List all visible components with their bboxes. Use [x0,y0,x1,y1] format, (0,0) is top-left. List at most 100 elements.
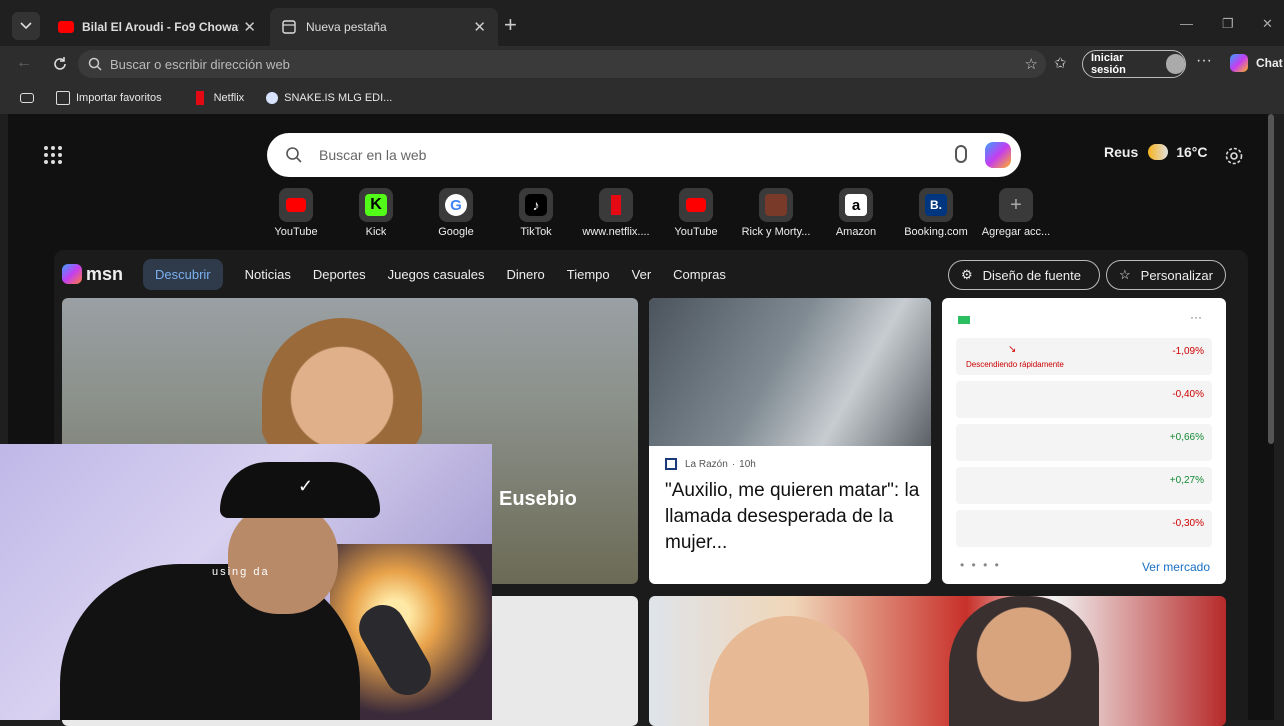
msn-brand[interactable]: msn [86,264,123,285]
quick-link-booking[interactable]: B. Booking.com [896,188,976,238]
see-market-link[interactable]: Ver mercado [1142,560,1210,574]
bookmark-netflix[interactable]: Netflix [195,91,245,105]
weather-city: Reus [1104,144,1139,160]
nike-logo-icon: ✓ [298,476,314,496]
search-icon [286,147,302,163]
hero-caption: Eusebio [499,488,577,510]
quick-link-amazon[interactable]: a Amazon [816,188,896,238]
market-change: -0,30% [1172,518,1204,529]
close-window-button[interactable]: ✕ [1262,16,1273,32]
signin-label: Iniciar sesión [1091,52,1126,76]
bookmark-import[interactable]: Importar favoritos [56,91,162,105]
market-row[interactable]: +0,27% [956,467,1212,504]
nav-juegos[interactable]: Juegos casuales [388,267,485,282]
amazon-icon: a [839,188,873,222]
avatar [1165,54,1185,74]
market-change: +0,27% [1169,475,1204,486]
quick-link-add[interactable]: + Agregar acc... [976,188,1056,238]
nav-ver[interactable]: Ver [632,267,652,282]
personalize-button[interactable]: ☆ Personalizar [1106,260,1226,290]
globe-icon [266,92,279,104]
bookmark-snake[interactable]: SNAKE.IS MLG EDI... [266,92,392,104]
web-search-box[interactable]: Buscar en la web [267,133,1021,177]
market-row[interactable]: ↘ Descendiendo rápidamente -1,09% [956,338,1212,375]
down-arrow-icon: ↘ [1008,344,1017,355]
restore-button[interactable]: ❐ [1222,16,1234,32]
nav-noticias[interactable]: Noticias [245,267,291,282]
nav-compras[interactable]: Compras [673,267,726,282]
star-icon: ☆ [1119,267,1131,282]
more-icon[interactable]: ··· [1196,52,1212,70]
bookmarks-bar: Importar favoritos Netflix SNAKE.IS MLG … [0,82,1284,114]
address-input[interactable]: Buscar o escribir dirección web ☆ [78,50,1046,78]
nav-descubrir[interactable]: Descubrir [143,258,223,290]
minimize-button[interactable]: — [1180,16,1193,31]
feed-card-politics[interactable] [649,596,1226,726]
chevron-down-icon [20,22,32,30]
quick-links: YouTube K Kick G Google ♪ TikTok www.netfli… [256,188,1056,238]
tile-label: Google [438,226,474,238]
tab-actions-button[interactable] [12,12,40,40]
tile-label: Amazon [835,226,877,238]
address-toolbar: ← Buscar o escribir dirección web ☆ ✩ In… [0,46,1284,82]
nav-tiempo[interactable]: Tiempo [567,267,610,282]
more-options-icon[interactable]: ··· [1190,310,1202,324]
netflix-icon [195,91,204,105]
quick-link-netflix[interactable]: www.netflix.... [576,188,656,238]
scrollbar[interactable] [1268,114,1274,444]
market-row[interactable]: +0,66% [956,424,1212,461]
market-change: +0,66% [1169,432,1204,443]
apps-grid-icon[interactable] [44,146,62,164]
reload-icon[interactable] [52,56,68,72]
tile-label: YouTube [274,226,318,238]
back-icon[interactable]: ← [16,54,32,72]
nav-deportes[interactable]: Deportes [313,267,366,282]
personalize-label: Personalizar [1140,267,1213,283]
netflix-icon [599,188,633,222]
market-card: ··· ↘ Descendiendo rápidamente -1,09% -0,4… [942,298,1226,584]
rick-morty-icon [759,188,793,222]
news-card[interactable]: La Razón · 10h "Auxilio, me quieren mata… [649,298,931,584]
font-design-button[interactable]: ⚙ Diseño de fuente [948,260,1100,290]
reading-icon[interactable] [20,93,34,103]
market-row[interactable]: -0,40% [956,381,1212,418]
favorites-icon[interactable]: ✩ [1054,54,1067,72]
chat-label[interactable]: Chat [1256,56,1283,70]
market-row[interactable]: -0,30% [956,510,1212,547]
pagination-dots[interactable]: • • • • [960,558,1001,572]
close-icon[interactable]: ✕ [243,18,256,36]
new-tab-button[interactable]: + [504,14,517,36]
tile-label: Booking.com [904,226,968,238]
font-design-label: Diseño de fuente [982,267,1081,283]
bookmark-label: Netflix [213,92,245,104]
msn-nav: msn Descubrir Noticias Deportes Juegos c… [62,256,748,292]
news-headline: "Auxilio, me quieren matar": la llamada … [665,480,920,553]
close-icon[interactable]: ✕ [473,18,486,36]
quick-link-kick[interactable]: K Kick [336,188,416,238]
person-right-photo [949,596,1099,726]
partly-cloudy-icon [1148,144,1169,160]
tab-bar: Bilal El Aroudi - Fo9 Chowaya بوابة ✕ Nu… [0,0,1284,46]
nav-dinero[interactable]: Dinero [506,267,544,282]
quick-link-google[interactable]: G Google [416,188,496,238]
meta-separator: · [731,458,736,470]
tile-label: TikTok [520,226,552,238]
la-razon-icon [665,458,677,470]
copilot-search-icon[interactable] [985,142,1011,168]
favorite-star-icon[interactable]: ☆ [1025,55,1038,73]
tab-new-tab[interactable]: Nueva pestaña ✕ [270,8,498,46]
weather-widget[interactable]: Reus 16°C [1104,144,1208,160]
quick-link-tiktok[interactable]: ♪ TikTok [496,188,576,238]
tab-youtube[interactable]: Bilal El Aroudi - Fo9 Chowaya بوابة ✕ [46,8,268,46]
quick-link-youtube-2[interactable]: YouTube [656,188,736,238]
microphone-icon[interactable] [955,145,967,163]
search-placeholder: Buscar en la web [319,147,427,163]
copilot-icon[interactable] [1230,54,1248,72]
market-change: -0,40% [1172,389,1204,400]
youtube-icon [58,21,74,33]
quick-link-youtube[interactable]: YouTube [256,188,336,238]
tile-label: Rick y Morty... [741,226,811,238]
signin-button[interactable]: Iniciar sesión [1082,50,1186,78]
settings-gear-icon[interactable] [1224,146,1244,166]
quick-link-rick-morty[interactable]: Rick y Morty... [736,188,816,238]
